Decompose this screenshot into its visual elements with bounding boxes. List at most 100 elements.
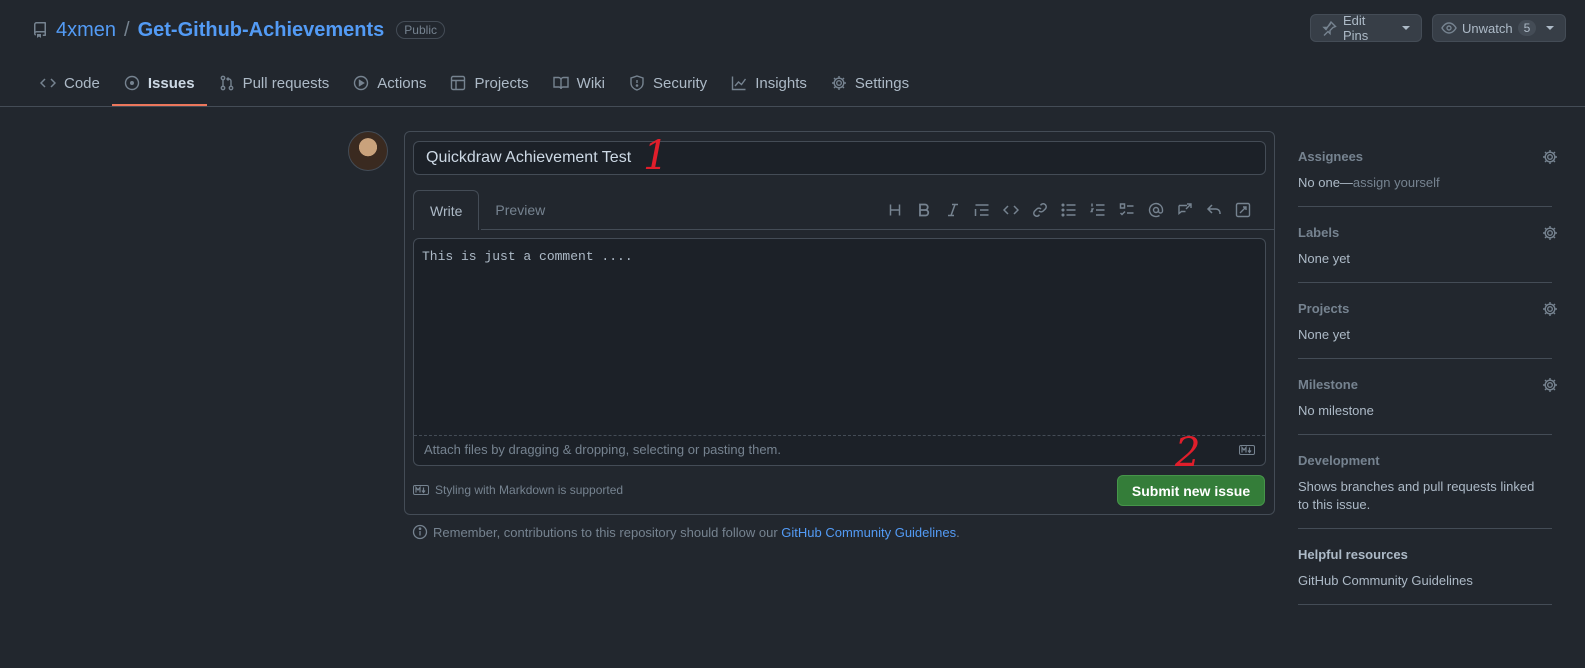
quote-icon[interactable] [973, 201, 991, 219]
editor-tabs: Write Preview [413, 190, 561, 230]
chevron-down-icon [1401, 23, 1411, 33]
projects-heading[interactable]: Projects [1298, 301, 1552, 316]
table-icon [450, 75, 466, 91]
markdown-note-text: Styling with Markdown is supported [435, 483, 624, 497]
repo-owner-link[interactable]: 4xmen [56, 19, 116, 42]
sidebar-guidelines-link[interactable]: GitHub Community Guidelines [1298, 572, 1552, 590]
tab-wiki[interactable]: Wiki [541, 68, 617, 98]
gear-icon[interactable] [1542, 149, 1558, 165]
attach-files-hint[interactable]: Attach files by dragging & dropping, sel… [424, 442, 781, 457]
sidebar-development: Development Shows branches and pull requ… [1298, 453, 1552, 514]
issue-icon [124, 75, 140, 91]
repo-header: 4xmen / Get-Github-Achievements Public [32, 16, 445, 44]
markdown-icon [413, 485, 429, 495]
assignees-heading[interactable]: Assignees [1298, 149, 1552, 164]
markdown-toolbar [886, 200, 1252, 220]
tab-label: Issues [147, 74, 195, 92]
milestone-heading[interactable]: Milestone [1298, 377, 1552, 392]
tab-pull-requests[interactable]: Pull requests [207, 68, 342, 98]
projects-value: None yet [1298, 327, 1351, 342]
tab-actions[interactable]: Actions [341, 68, 438, 98]
annotation-number-2: 2 [1175, 430, 1201, 476]
sidebar-divider [1298, 206, 1552, 207]
editor-tabs-divider [481, 229, 1275, 230]
avatar[interactable] [348, 131, 388, 171]
task-list-icon[interactable] [1118, 201, 1136, 219]
unwatch-label: Unwatch [1462, 20, 1513, 36]
fullscreen-icon[interactable] [1234, 201, 1252, 219]
annotation-number-1: 1 [643, 133, 669, 179]
gear-icon[interactable] [1542, 377, 1558, 393]
gear-icon [831, 75, 847, 91]
sidebar-helpful-resources: Helpful resources GitHub Community Guide… [1298, 547, 1552, 590]
code-icon[interactable] [1002, 201, 1020, 219]
tab-security[interactable]: Security [617, 68, 719, 98]
unwatch-button[interactable]: Unwatch 5 [1432, 14, 1566, 42]
development-value: Shows branches and pull requests linked … [1298, 479, 1535, 512]
tab-insights[interactable]: Insights [719, 68, 819, 98]
sidebar-labels: Labels None yet [1298, 225, 1557, 268]
sidebar-divider [1298, 358, 1552, 359]
tab-label: Actions [377, 74, 427, 92]
reminder-end: . [956, 524, 960, 540]
issue-title-input[interactable] [413, 141, 1266, 175]
development-heading: Development [1298, 453, 1380, 468]
pin-icon [1321, 20, 1337, 36]
mention-icon[interactable] [1147, 201, 1165, 219]
code-icon [40, 75, 56, 91]
sidebar-divider [1298, 434, 1552, 435]
tab-preview[interactable]: Preview [479, 190, 561, 230]
gear-icon[interactable] [1542, 225, 1558, 241]
gear-icon[interactable] [1542, 301, 1558, 317]
visibility-badge: Public [396, 21, 445, 39]
repo-name-link[interactable]: Get-Github-Achievements [138, 19, 385, 42]
sidebar-divider [1298, 604, 1552, 605]
header-divider [0, 106, 1585, 107]
sidebar-divider [1298, 282, 1552, 283]
tab-settings[interactable]: Settings [819, 68, 921, 98]
tab-label: Pull requests [242, 74, 330, 92]
sidebar-projects: Projects None yet [1298, 301, 1557, 344]
italic-icon[interactable] [944, 201, 962, 219]
reminder-text: Remember, contributions to this reposito… [433, 524, 782, 540]
tab-code[interactable]: Code [28, 68, 112, 98]
tab-projects[interactable]: Projects [438, 68, 540, 98]
contribution-reminder: Remember, contributions to this reposito… [412, 524, 960, 540]
repo-nav: Code Issues Pull requests Actions Projec… [28, 68, 921, 106]
repo-separator: / [124, 18, 130, 41]
submit-new-issue-button[interactable]: Submit new issue [1117, 475, 1265, 506]
tab-label: Settings [854, 74, 910, 92]
tab-label: Security [653, 74, 708, 92]
tab-write[interactable]: Write [413, 190, 480, 230]
tab-label: Insights [755, 74, 807, 92]
edit-pins-button[interactable]: Edit Pins [1310, 13, 1422, 43]
tab-label: Projects [474, 74, 529, 92]
heading-icon[interactable] [886, 201, 904, 219]
tab-label: Code [64, 74, 100, 92]
eye-icon [1441, 20, 1457, 36]
edit-pins-label: Edit Pins [1343, 13, 1369, 43]
assign-yourself-link[interactable]: assign yourself [1353, 175, 1440, 190]
cross-reference-icon[interactable] [1176, 201, 1194, 219]
sidebar-milestone: Milestone No milestone [1298, 377, 1557, 420]
helpful-resources-heading: Helpful resources [1298, 547, 1408, 562]
tab-issues[interactable]: Issues [111, 68, 207, 106]
link-icon[interactable] [1031, 201, 1049, 219]
sidebar-divider [1298, 528, 1552, 529]
assignees-value: No one— [1298, 175, 1353, 190]
community-guidelines-link[interactable]: GitHub Community Guidelines [781, 525, 956, 540]
markdown-support-note[interactable]: Styling with Markdown is supported [413, 483, 623, 497]
unordered-list-icon[interactable] [1060, 201, 1078, 219]
comment-box: This is just a comment .... Attach files… [413, 238, 1266, 466]
markdown-icon [1239, 445, 1255, 455]
issue-body-textarea[interactable]: This is just a comment .... [414, 239, 1265, 436]
info-icon [412, 524, 428, 540]
reply-icon[interactable] [1205, 201, 1223, 219]
bold-icon[interactable] [915, 201, 933, 219]
labels-heading[interactable]: Labels [1298, 225, 1552, 240]
play-icon [353, 75, 369, 91]
ordered-list-icon[interactable] [1089, 201, 1107, 219]
chevron-down-icon [1545, 23, 1555, 33]
labels-value: None yet [1298, 251, 1351, 266]
shield-icon [629, 75, 645, 91]
